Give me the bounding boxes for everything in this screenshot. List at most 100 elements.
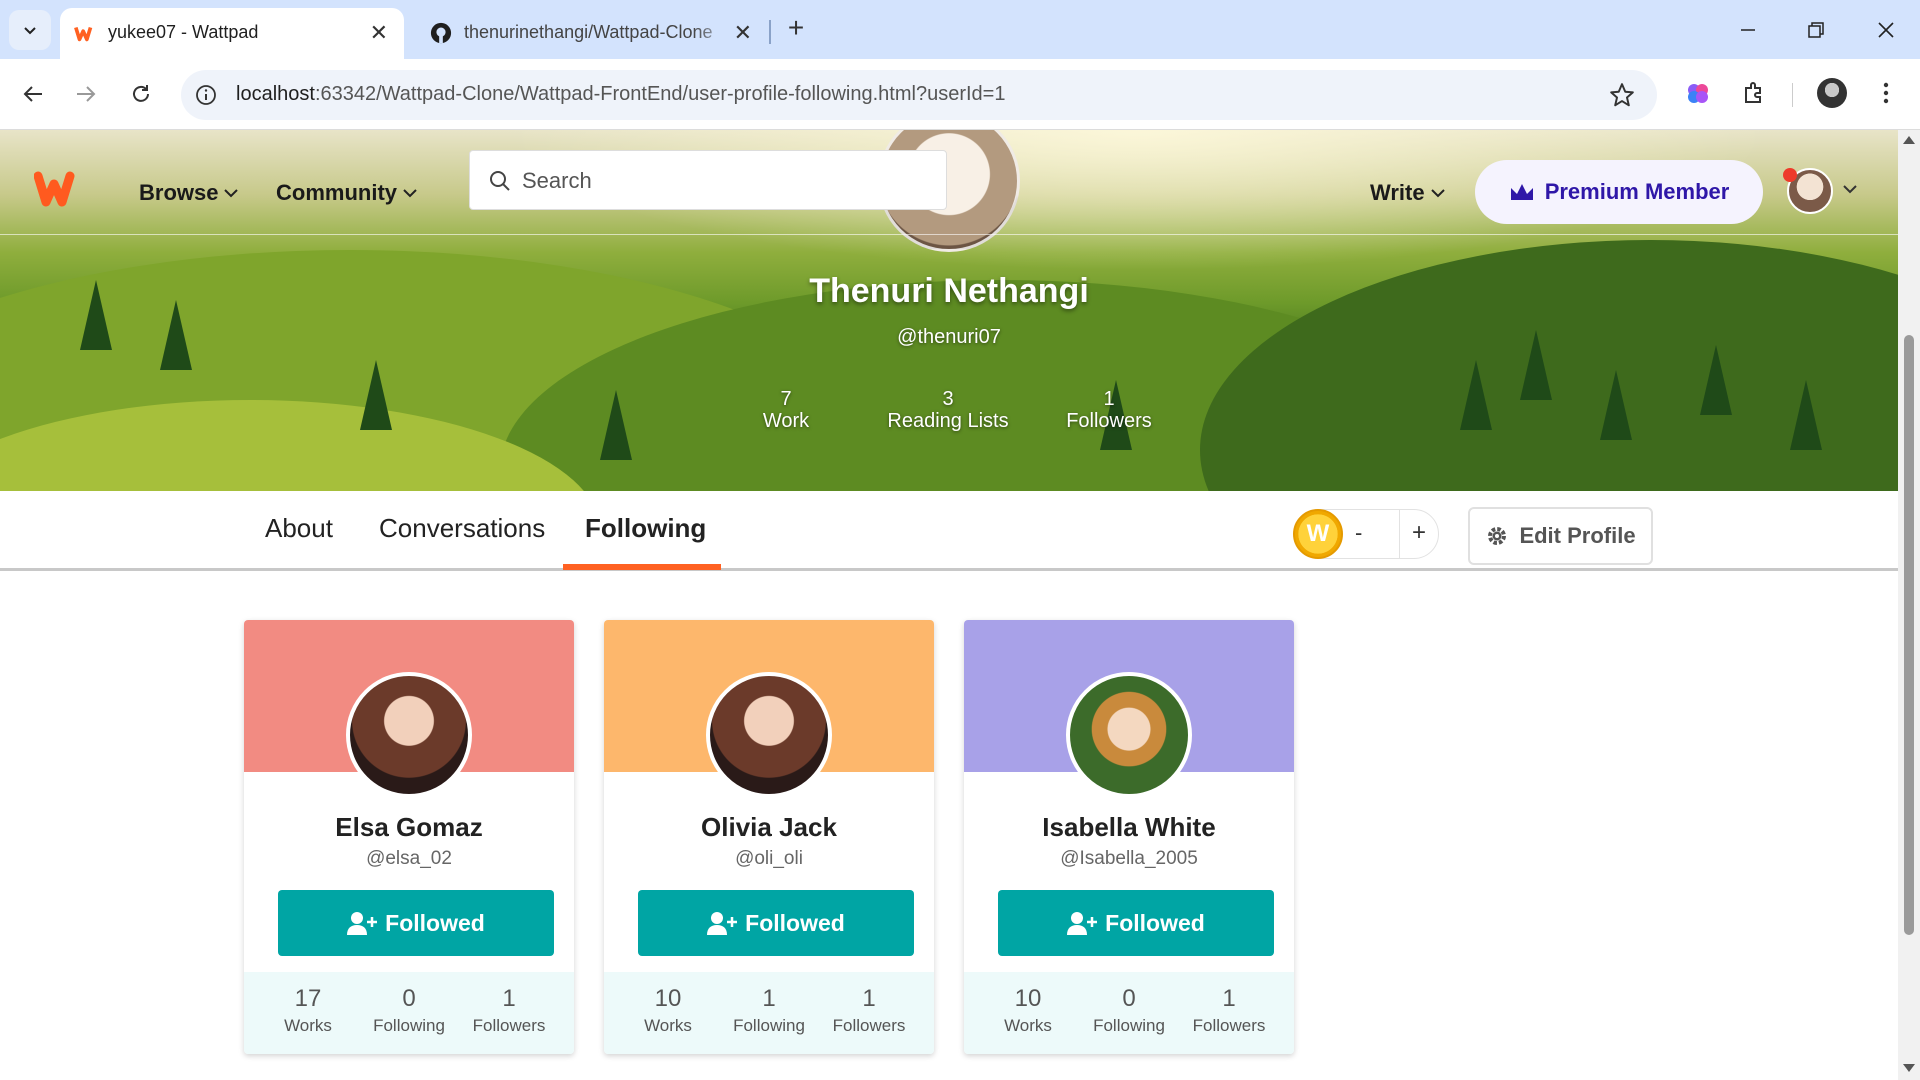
browser-tab-wattpad[interactable]: yukee07 - Wattpad ✕ [60,8,404,59]
page-viewport: Browse Community Write Premium Member [0,130,1898,1080]
profile-stat-followers[interactable]: 1 Followers [1049,388,1169,432]
restore-button[interactable] [1796,12,1836,48]
divider [1399,510,1400,558]
stat-following[interactable]: 1 Following [719,986,819,1036]
stat-following[interactable]: 0 Following [1079,986,1179,1036]
browser-tabstrip: yukee07 - Wattpad ✕ thenurinethangi/Watt… [0,0,1920,59]
community-menu[interactable]: Community [276,180,417,206]
scrollbar-thumb[interactable] [1904,335,1914,935]
user-name[interactable]: Elsa Gomaz [244,812,574,843]
scroll-down-icon[interactable] [1903,1064,1915,1072]
stat-label: Work [762,410,810,432]
url-text: localhost:63342/Wattpad-Clone/Wattpad-Fr… [236,83,1006,105]
stat-value: 7 [780,388,792,410]
wattpad-coin-icon: W [1293,509,1343,559]
reload-icon [133,85,149,102]
tree-shape [1600,370,1632,440]
address-bar[interactable]: localhost:63342/Wattpad-Clone/Wattpad-Fr… [181,70,1657,120]
tab-conversations[interactable]: Conversations [379,513,545,544]
followed-button[interactable]: Followed [998,890,1274,956]
bookmark-star-icon[interactable] [1609,82,1635,108]
browser-menu-button[interactable] [1870,77,1902,109]
profile-stat-reading-lists[interactable]: 3 Reading Lists [873,388,1023,432]
stat-value: 3 [942,388,954,410]
following-card: Elsa Gomaz @elsa_02 Followed 17 Works 0 Fo… [244,620,574,1054]
close-tab-icon[interactable]: ✕ [370,22,388,44]
card-stats: 10 Works 0 Following 1 Followers [964,972,1294,1054]
profile-handle: @thenuri07 [897,326,1001,348]
search-input[interactable] [520,161,920,201]
coin-widget: W - + [1293,509,1439,559]
premium-member-button[interactable]: Premium Member [1475,160,1763,224]
following-card: Isabella White @Isabella_2005 Followed 1… [964,620,1294,1054]
search-bar[interactable] [469,150,947,210]
profile-stat-works[interactable]: 7 Work [736,388,836,432]
tree-shape [1790,380,1822,450]
back-button[interactable] [14,75,52,113]
user-name[interactable]: Olivia Jack [604,812,934,843]
stat-followers[interactable]: 1 Followers [1179,986,1279,1036]
stat-followers[interactable]: 1 Followers [819,986,919,1036]
tab-separator [769,20,771,44]
tree-shape [1460,360,1492,430]
chevron-down-icon [1430,189,1445,198]
page-scrollbar[interactable] [1898,130,1920,1080]
user-handle: @Isabella_2005 [1060,848,1198,869]
write-menu[interactable]: Write [1370,180,1445,206]
close-tab-icon[interactable]: ✕ [734,22,752,44]
tab-following[interactable]: Following [585,513,706,544]
user-plus-icon [347,912,378,935]
tab-search-button[interactable] [9,10,51,50]
avatar[interactable] [1066,672,1192,798]
followed-button[interactable]: Followed [278,890,554,956]
chevron-down-icon [224,189,239,198]
profile-hero-banner: Browse Community Write Premium Member [0,130,1898,491]
user-handle: @elsa_02 [366,848,452,869]
chevron-down-icon [24,27,36,35]
close-window-button[interactable] [1866,12,1906,48]
wattpad-logo-icon[interactable] [34,168,92,208]
restore-icon [1808,22,1824,38]
write-label: Write [1370,180,1425,205]
scroll-up-icon[interactable] [1903,136,1915,144]
browse-label: Browse [139,180,219,205]
avatar[interactable] [706,672,832,798]
browse-menu[interactable]: Browse [139,180,239,206]
minimize-button[interactable] [1728,12,1768,48]
site-info-icon[interactable] [195,84,217,106]
profile-tabs: About Conversations Following W - + Edit… [0,491,1898,571]
stat-works[interactable]: 10 Works [618,986,718,1036]
edit-profile-button[interactable]: Edit Profile [1468,507,1653,565]
chevron-down-icon[interactable] [1843,184,1857,194]
tab-about[interactable]: About [265,513,333,544]
followed-button[interactable]: Followed [638,890,914,956]
stat-followers[interactable]: 1 Followers [459,986,559,1036]
stat-works[interactable]: 17 Works [258,986,358,1036]
forward-button[interactable] [67,75,105,113]
user-plus-icon [1067,912,1098,935]
profile-avatar-button[interactable] [1816,77,1848,109]
followed-label: Followed [1105,909,1205,936]
tree-shape [360,360,392,430]
followed-label: Followed [745,909,845,936]
extensions-button[interactable] [1738,77,1770,109]
close-icon [1878,22,1894,38]
search-icon [490,171,510,191]
edit-profile-label: Edit Profile [1519,523,1636,548]
avatar[interactable] [346,672,472,798]
minimize-icon [1741,29,1755,31]
stat-works[interactable]: 10 Works [978,986,1078,1036]
extension-brain-icon[interactable] [1682,77,1714,109]
browser-tab-github[interactable]: thenurinethangi/Wattpad-Clone ✕ [416,8,768,59]
avatar [1817,78,1847,108]
puzzle-icon [1745,82,1761,103]
active-tab-indicator [563,564,721,570]
stat-following[interactable]: 0 Following [359,986,459,1036]
add-coins-button[interactable]: + [1412,519,1426,547]
user-name[interactable]: Isabella White [964,812,1294,843]
reload-button[interactable] [122,75,160,113]
tab-title: yukee07 - Wattpad [108,22,259,42]
community-label: Community [276,180,397,205]
chevron-down-icon [403,189,417,198]
new-tab-button[interactable]: + [781,14,811,44]
